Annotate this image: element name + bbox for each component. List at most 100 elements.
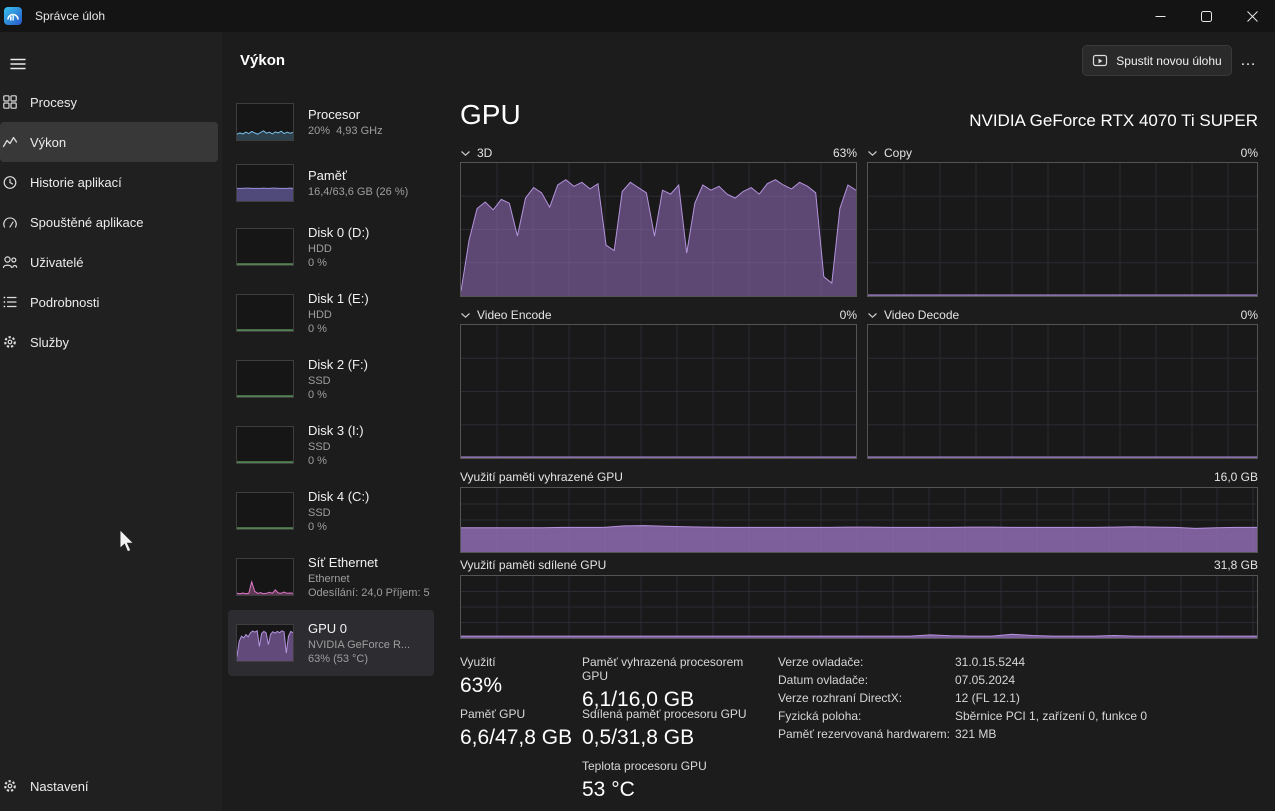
perf-item-disk0[interactable]: Disk 0 (D:)HDD0 % [228,214,434,280]
driver-info: Verze ovladače:31.0.15.5244 Datum ovlada… [778,655,1147,745]
perf-item-gpu[interactable]: GPU 0NVIDIA GeForce R...63% (53 °C) [228,610,434,676]
run-new-task-icon [1092,53,1108,69]
perf-item-sub: 63% (53 °C) [308,652,434,666]
dedicated-memory-chart [460,487,1258,553]
sidebar-item-label: Služby [30,335,69,350]
driver-info-row: Datum ovladače:07.05.2024 [778,673,1147,691]
engine-label: Video Decode [884,308,959,322]
gpu-copy-section-header: Copy 0% [867,145,1258,161]
performance-icon [2,134,18,150]
perf-item-disk2[interactable]: Disk 2 (F:)SSD0 % [228,346,434,412]
sidebar-item-label: Výkon [30,135,66,150]
shared-memory-section-header: Využití paměti sdílené GPU 31,8 GB [460,557,1258,573]
menu-toggle-button[interactable] [2,48,34,80]
engine-label: Video Encode [477,308,552,322]
window-controls [1137,0,1275,32]
perf-item-title: Paměť [308,168,434,183]
perf-item-title: Disk 3 (I:) [308,423,434,438]
perf-item-sub: HDD [308,308,434,322]
perf-item-title: Disk 1 (E:) [308,291,434,306]
perf-item-title: GPU 0 [308,621,434,636]
sidebar-item-processes[interactable]: Procesy [0,82,218,122]
video-encode-chart [460,324,857,459]
network-mini-graph [236,558,294,596]
sidebar-item-label: Historie aplikací [30,175,122,190]
disk-mini-graph [236,228,294,266]
engine-utilization: 0% [1241,308,1258,322]
stat-dedicated-memory: Paměť vyhrazená procesorem GPU 6,1/16,0 … [582,655,772,712]
sidebar-item-label: Podrobnosti [30,295,99,310]
perf-item-sub: 0 % [308,520,434,534]
sidebar-item-label: Nastavení [30,779,89,794]
memory-section-label: Využití paměti sdílené GPU [460,558,606,572]
memory-section-label: Využití paměti vyhrazené GPU [460,470,623,484]
gpu-device-name: NVIDIA GeForce RTX 4070 Ti SUPER [969,111,1258,131]
perf-item-sub: HDD [308,242,434,256]
memory-mini-graph [236,164,294,202]
hamburger-icon [10,56,26,72]
engine-utilization: 63% [833,146,857,160]
gpu-stats: Využití 63% Paměť GPU 6,6/47,8 GB Paměť … [460,651,1258,811]
minimize-button[interactable] [1137,0,1183,32]
disk-mini-graph [236,294,294,332]
gpu-detail-panel: GPU NVIDIA GeForce RTX 4070 Ti SUPER 3D … [460,95,1258,811]
users-icon [2,254,18,270]
sidebar-item-details[interactable]: Podrobnosti [0,282,218,322]
chevron-down-icon[interactable] [867,150,878,157]
sidebar-item-services[interactable]: Služby [0,322,218,362]
sidebar: Procesy Výkon Historie aplikací Spouštěn… [0,32,222,811]
sidebar-item-startup-apps[interactable]: Spouštěné aplikace [0,202,218,242]
chevron-down-icon[interactable] [460,312,471,319]
maximize-button[interactable] [1183,0,1229,32]
window-title: Správce úloh [35,9,105,23]
sidebar-item-app-history[interactable]: Historie aplikací [0,162,218,202]
startup-apps-icon [2,214,18,230]
perf-item-disk3[interactable]: Disk 3 (I:)SSD0 % [228,412,434,478]
stat-shared-memory: Sdílená paměť procesoru GPU 0,5/31,8 GB [582,707,772,750]
more-options-button[interactable]: … [1234,45,1262,76]
close-button[interactable] [1229,0,1275,32]
memory-section-capacity: 31,8 GB [1214,558,1258,572]
sidebar-item-users[interactable]: Uživatelé [0,242,218,282]
perf-item-sub: 20% 4,93 GHz [308,124,434,138]
driver-info-row: Verze rozhraní DirectX:12 (FL 12.1) [778,691,1147,709]
gpu-3d-chart [460,162,857,297]
driver-info-row: Paměť rezervovaná hardwarem:321 MB [778,727,1147,745]
titlebar: Správce úloh [0,0,1275,32]
sidebar-item-performance[interactable]: Výkon [0,122,218,162]
driver-info-row: Verze ovladače:31.0.15.5244 [778,655,1147,673]
engine-utilization: 0% [840,308,857,322]
sidebar-item-settings[interactable]: Nastavení [0,769,218,803]
disk-mini-graph [236,360,294,398]
sidebar-item-label: Uživatelé [30,255,83,270]
app-history-icon [2,174,18,190]
perf-item-sub: SSD [308,374,434,388]
details-icon [2,294,18,310]
content-area: Výkon Spustit novou úlohu … Procesor20% … [222,32,1275,811]
perf-item-title: Procesor [308,107,434,122]
disk-mini-graph [236,426,294,464]
processes-icon [2,94,18,110]
perf-item-disk1[interactable]: Disk 1 (E:) HDD0 % [228,280,434,346]
engine-label: 3D [477,146,492,160]
task-manager-app-icon [4,7,22,25]
shared-memory-chart [460,575,1258,639]
perf-item-memory[interactable]: Paměť16,4/63,6 GB (26 %) [228,152,434,214]
perf-item-cpu[interactable]: Procesor 20% 4,93 GHz [228,92,434,152]
run-new-task-button[interactable]: Spustit novou úlohu [1082,45,1232,76]
perf-item-sub: 0 % [308,388,434,402]
chevron-down-icon[interactable] [867,312,878,319]
cpu-mini-graph [236,103,294,141]
perf-item-ethernet[interactable]: Síť EthernetEthernetOdesílání: 24,0 Příj… [228,544,434,610]
stat-temperature: Teplota procesoru GPU 53 °C [582,759,772,802]
video-decode-chart [867,324,1258,459]
gpu-heading: GPU [460,99,521,131]
perf-item-disk4[interactable]: Disk 4 (C:)SSD0 % [228,478,434,544]
perf-item-sub: 0 % [308,322,434,336]
driver-info-row: Fyzická poloha:Sběrnice PCI 1, zařízení … [778,709,1147,727]
gpu-copy-chart [867,162,1258,297]
chevron-down-icon[interactable] [460,150,471,157]
perf-item-sub: SSD [308,440,434,454]
perf-item-title: Síť Ethernet [308,555,434,570]
run-new-task-label: Spustit novou úlohu [1116,54,1221,68]
